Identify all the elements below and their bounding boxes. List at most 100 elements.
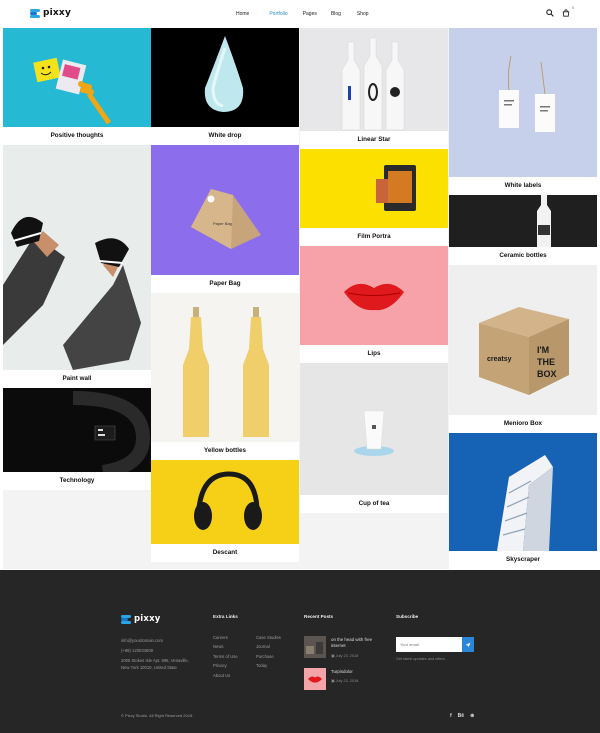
portfolio-image — [449, 28, 597, 177]
portfolio-item-linear-star[interactable]: Linear Star — [300, 28, 448, 149]
post-title[interactable]: on the head with free internet — [331, 637, 387, 649]
nav-home[interactable]: Home — [236, 11, 249, 17]
post-thumbnail — [304, 668, 326, 690]
portfolio-item-ceramic-bottles[interactable]: Ceramic bottles — [449, 195, 597, 265]
portfolio-item-descant[interactable]: Descant — [151, 460, 299, 562]
social-links: f Bē ⊛ — [450, 713, 474, 719]
footer-link-news[interactable]: News — [213, 642, 238, 651]
post-title[interactable]: Turpisdolor — [331, 669, 387, 675]
site-logo[interactable]: pixxy — [30, 8, 71, 18]
portfolio-item-skyscraper[interactable]: Skyscraper — [449, 433, 597, 569]
footer-logo-text: pixxy — [134, 614, 161, 624]
portfolio-item-white-drop[interactable]: White drop — [151, 28, 299, 145]
copyright: © Pixxy Studio. All Right Reserved 2018. — [121, 713, 194, 718]
portfolio-item-menioro-box[interactable]: creatsy I'M THE BOX Menioro Box — [449, 265, 597, 433]
portfolio-title: Cup of tea — [300, 495, 448, 513]
portfolio-title: Positive thoughts — [3, 127, 151, 145]
portfolio-title: Yellow bottles — [151, 442, 299, 460]
footer-contact: info@yourdomain.com (+88) 120034509 2005… — [121, 637, 193, 674]
cart-icon[interactable]: 0 — [562, 6, 574, 17]
subscribe-form — [396, 637, 478, 652]
post-date: ▣ July 23, 2018 — [331, 654, 359, 658]
subscribe-email-input[interactable] — [396, 637, 462, 652]
subscribe-button[interactable] — [462, 637, 474, 652]
portfolio-item-film-portra[interactable]: Film Portra — [300, 149, 448, 246]
portfolio-title: Paper Bag — [151, 275, 299, 293]
site-header: pixxy Home Portfolio Pages Blog Shop 0 — [0, 0, 600, 28]
footer-link-about[interactable]: About Us — [213, 671, 238, 680]
svg-text:Paper Bag: Paper Bag — [213, 221, 232, 226]
logo-mark-icon — [30, 8, 40, 18]
portfolio-item-paper-bag[interactable]: Paper Bag Paper Bag — [151, 145, 299, 293]
svg-text:THE: THE — [537, 357, 555, 367]
portfolio-image — [300, 149, 448, 228]
header-icons: 0 — [546, 6, 574, 17]
portfolio-title: White labels — [449, 177, 597, 195]
portfolio-item-lips[interactable]: Lips — [300, 246, 448, 363]
portfolio-item-technology[interactable]: Technology — [3, 388, 151, 490]
nav-blog[interactable]: Blog — [331, 11, 341, 17]
portfolio-image — [3, 28, 151, 127]
search-icon[interactable] — [546, 9, 554, 17]
extra-links-col2: Case Studies Journal Purchase Today — [256, 633, 281, 671]
behance-icon[interactable]: Bē — [458, 713, 464, 719]
portfolio-image — [151, 293, 299, 442]
recent-post[interactable]: on the head with free internet ▣ July 23… — [304, 636, 384, 658]
portfolio-title: Film Portra — [300, 228, 448, 246]
portfolio-image — [449, 433, 597, 551]
portfolio-image — [300, 246, 448, 345]
nav-pages[interactable]: Pages — [303, 11, 317, 17]
portfolio-title: Technology — [3, 472, 151, 490]
portfolio-image: Paper Bag — [151, 145, 299, 275]
portfolio-item-paint-wall[interactable]: Paint wall — [3, 145, 151, 388]
footer-link-case-studies[interactable]: Case Studies — [256, 633, 281, 642]
facebook-icon[interactable]: f — [450, 713, 452, 719]
cart-count: 0 — [572, 6, 574, 10]
subscribe-note: Get latest updates and offers. — [396, 657, 446, 661]
footer-link-privacy[interactable]: Privacy — [213, 661, 238, 670]
footer-link-careers[interactable]: Careers — [213, 633, 238, 642]
portfolio-image — [3, 145, 151, 370]
svg-text:BOX: BOX — [537, 369, 557, 379]
extra-links-col1: Careers News Terms of Use Privacy About … — [213, 633, 238, 680]
send-icon — [465, 642, 471, 647]
site-footer — [0, 570, 600, 733]
portfolio-image: creatsy I'M THE BOX — [449, 265, 597, 415]
footer-link-terms[interactable]: Terms of Use — [213, 652, 238, 661]
portfolio-image — [300, 28, 448, 131]
portfolio-title: Descant — [151, 544, 299, 562]
portfolio-title: White drop — [151, 127, 299, 145]
post-thumbnail — [304, 636, 326, 658]
portfolio-item-white-labels[interactable]: White labels — [449, 28, 597, 195]
portfolio-image — [449, 195, 597, 247]
logo-mark-icon — [121, 614, 131, 624]
footer-phone: (+88) 120034509 — [121, 648, 154, 653]
footer-logo[interactable]: pixxy — [121, 614, 161, 624]
portfolio-item-positive-thoughts[interactable]: Positive thoughts — [3, 28, 151, 145]
svg-text:I'M: I'M — [537, 345, 549, 355]
nav-shop[interactable]: Shop — [357, 11, 369, 17]
footer-link-journal[interactable]: Journal — [256, 642, 281, 651]
footer-address: 2005 Stokes Isle Apt. 896, Venaville, Ne… — [121, 658, 189, 671]
calendar-icon: ▣ — [331, 679, 335, 683]
footer-link-purchase[interactable]: Purchase — [256, 652, 281, 661]
portfolio-item-cup-of-tea[interactable]: Cup of tea — [300, 363, 448, 513]
subscribe-heading: Subscribe — [396, 614, 419, 619]
dribbble-icon[interactable]: ⊛ — [470, 713, 474, 719]
portfolio-title: Menioro Box — [449, 415, 597, 433]
portfolio-title: Lips — [300, 345, 448, 363]
nav-portfolio[interactable]: Portfolio — [269, 11, 287, 17]
portfolio-title: Ceramic bottles — [449, 247, 597, 265]
footer-email[interactable]: info@yourdomain.com — [121, 637, 193, 644]
portfolio-image — [151, 28, 299, 127]
main-nav: Home Portfolio Pages Blog Shop — [236, 11, 369, 17]
portfolio-item-yellow-bottles[interactable]: Yellow bottles — [151, 293, 299, 460]
svg-text:creatsy: creatsy — [487, 356, 512, 363]
extra-links-heading: Extra Links — [213, 614, 238, 619]
portfolio-image — [3, 388, 151, 472]
post-date: ▣ July 23, 2018 — [331, 679, 359, 683]
portfolio-image — [300, 363, 448, 495]
footer-link-today[interactable]: Today — [256, 661, 281, 670]
recent-post[interactable]: Turpisdolor ▣ July 23, 2018 — [304, 668, 384, 690]
portfolio-title: Linear Star — [300, 131, 448, 149]
